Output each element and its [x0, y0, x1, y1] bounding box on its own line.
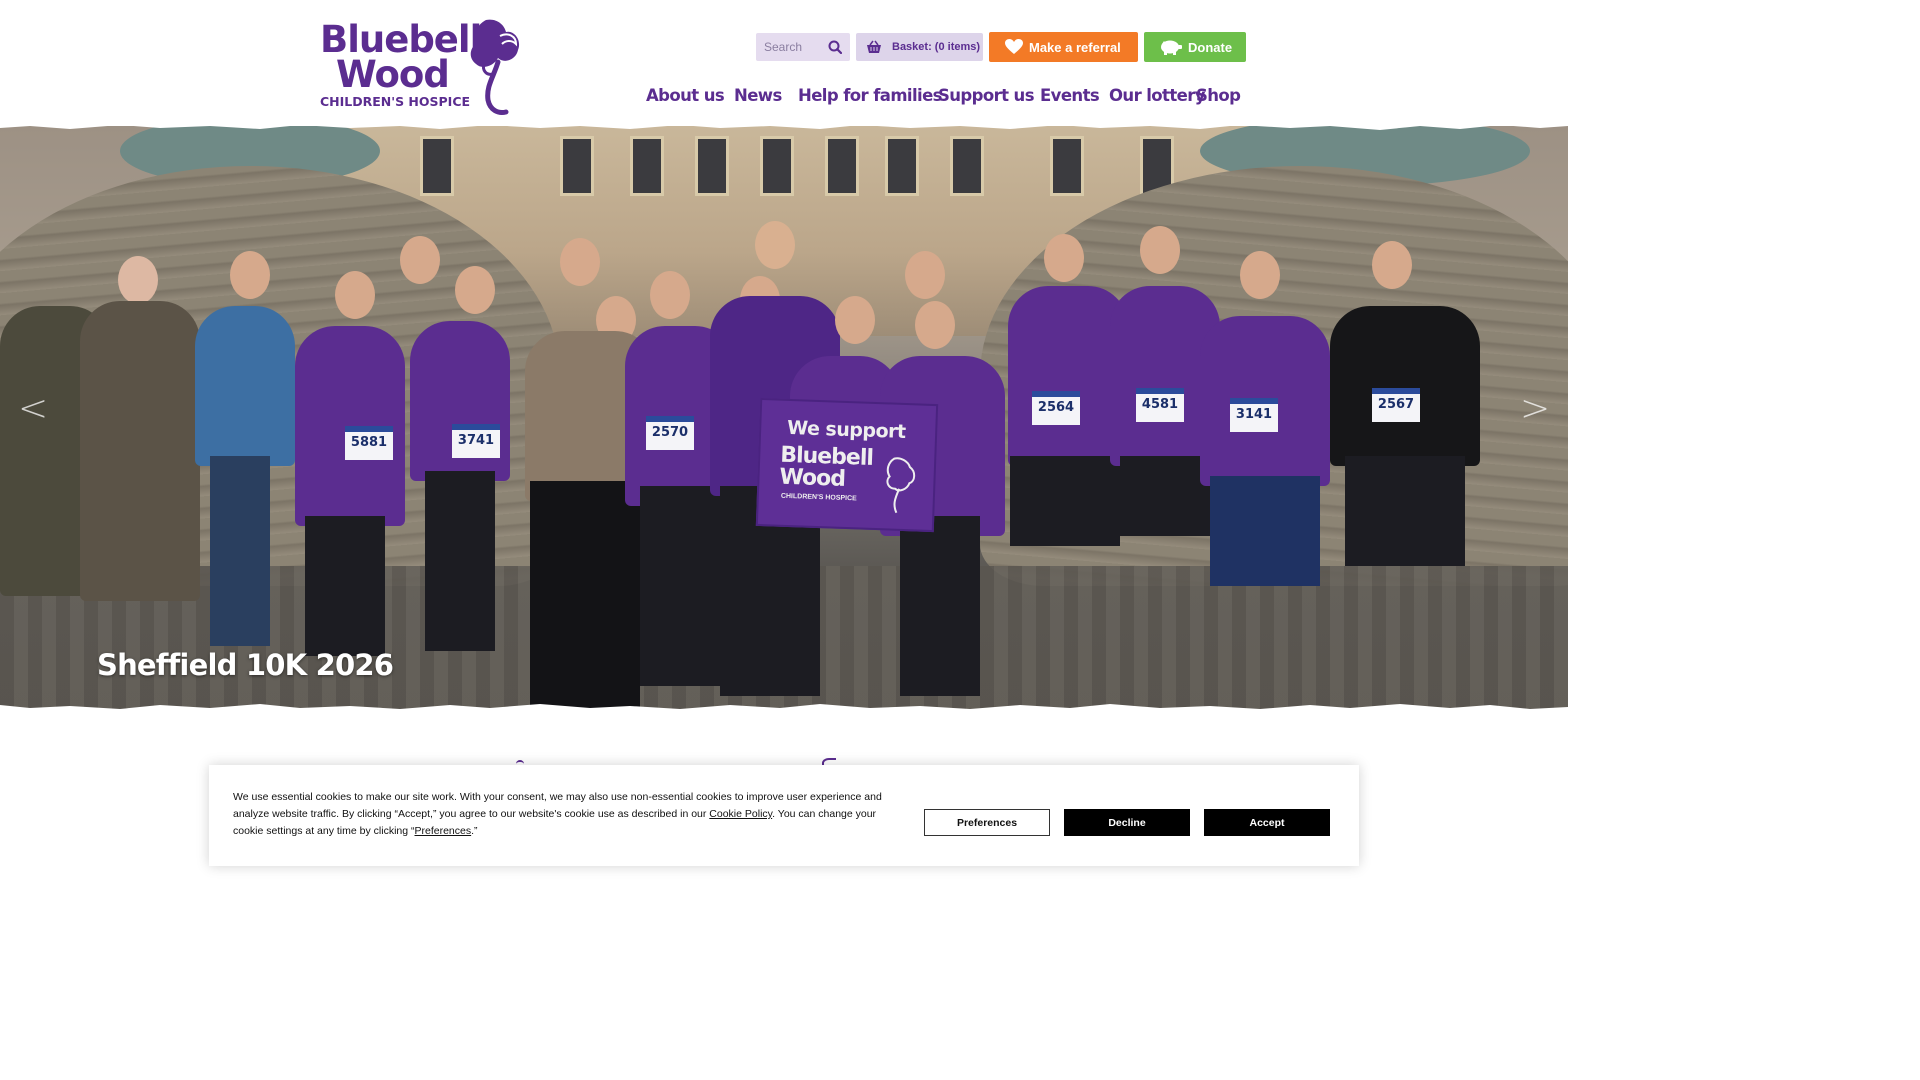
sign-text-we-support: We support: [786, 416, 906, 444]
sign-flower-icon: [886, 457, 916, 514]
we-support-sign: We support Bluebell Wood CHILDREN'S HOSP…: [755, 397, 939, 533]
search-button[interactable]: [822, 33, 848, 61]
sign-text-name: Bluebell Wood: [779, 443, 873, 492]
search-box: [756, 33, 850, 61]
race-bib: 2564: [1032, 391, 1080, 425]
site-header: Bluebell Wood CHILDREN'S HOSPICE Ba: [0, 0, 1568, 128]
hero-carousel: 5881 3741 2570 2564 4581 3141 2567 We su…: [0, 126, 1568, 710]
nav-shop[interactable]: Shop: [1196, 86, 1241, 105]
cookie-preferences-button[interactable]: Preferences: [924, 809, 1050, 836]
basket-icon: [867, 40, 881, 53]
search-input[interactable]: [756, 33, 822, 61]
piggy-bank-icon: [1158, 39, 1182, 55]
cookie-message: We use essential cookies to make our sit…: [233, 789, 903, 840]
cookie-consent-banner: We use essential cookies to make our sit…: [209, 765, 1359, 866]
heart-icon: [1005, 39, 1023, 55]
sign-text-tagline: CHILDREN'S HOSPICE: [780, 492, 857, 503]
cookie-policy-link[interactable]: Cookie Policy: [709, 808, 772, 820]
cookie-accept-button[interactable]: Accept: [1204, 809, 1330, 836]
nav-news[interactable]: News: [734, 86, 782, 105]
carousel-prev-arrow[interactable]: <: [18, 388, 48, 429]
cookie-decline-button[interactable]: Decline: [1064, 809, 1190, 836]
basket-label: Basket: (0 items): [892, 41, 981, 53]
nav-about-us[interactable]: About us: [646, 86, 725, 105]
nav-support-us[interactable]: Support us: [938, 86, 1035, 105]
donate-label: Donate: [1188, 39, 1233, 55]
race-bib: 3741: [452, 424, 500, 458]
nav-help-for-families[interactable]: Help for families: [798, 86, 943, 105]
torn-edge-bottom: [0, 704, 1568, 714]
cookie-text-part3: .”: [471, 825, 478, 837]
race-bib: 3141: [1230, 398, 1278, 432]
basket-button[interactable]: Basket: (0 items): [856, 33, 983, 61]
make-referral-button[interactable]: Make a referral: [989, 32, 1138, 62]
race-bib: 2570: [646, 416, 694, 450]
make-referral-label: Make a referral: [1029, 39, 1121, 55]
hero-caption[interactable]: Sheffield 10K 2026: [97, 648, 394, 682]
race-bib: 2567: [1372, 388, 1420, 422]
nav-events[interactable]: Events: [1040, 86, 1100, 105]
cookie-preferences-link[interactable]: Preferences: [415, 825, 472, 837]
nav-our-lottery[interactable]: Our lottery: [1109, 86, 1206, 105]
search-icon: [828, 40, 842, 54]
main-navigation: About us News Help for families Support …: [0, 86, 1568, 108]
race-bib: 4581: [1136, 388, 1184, 422]
carousel-next-arrow[interactable]: >: [1520, 388, 1550, 429]
torn-edge-top: [0, 120, 1568, 130]
donate-button[interactable]: Donate: [1144, 32, 1246, 62]
race-bib: 5881: [345, 426, 393, 460]
